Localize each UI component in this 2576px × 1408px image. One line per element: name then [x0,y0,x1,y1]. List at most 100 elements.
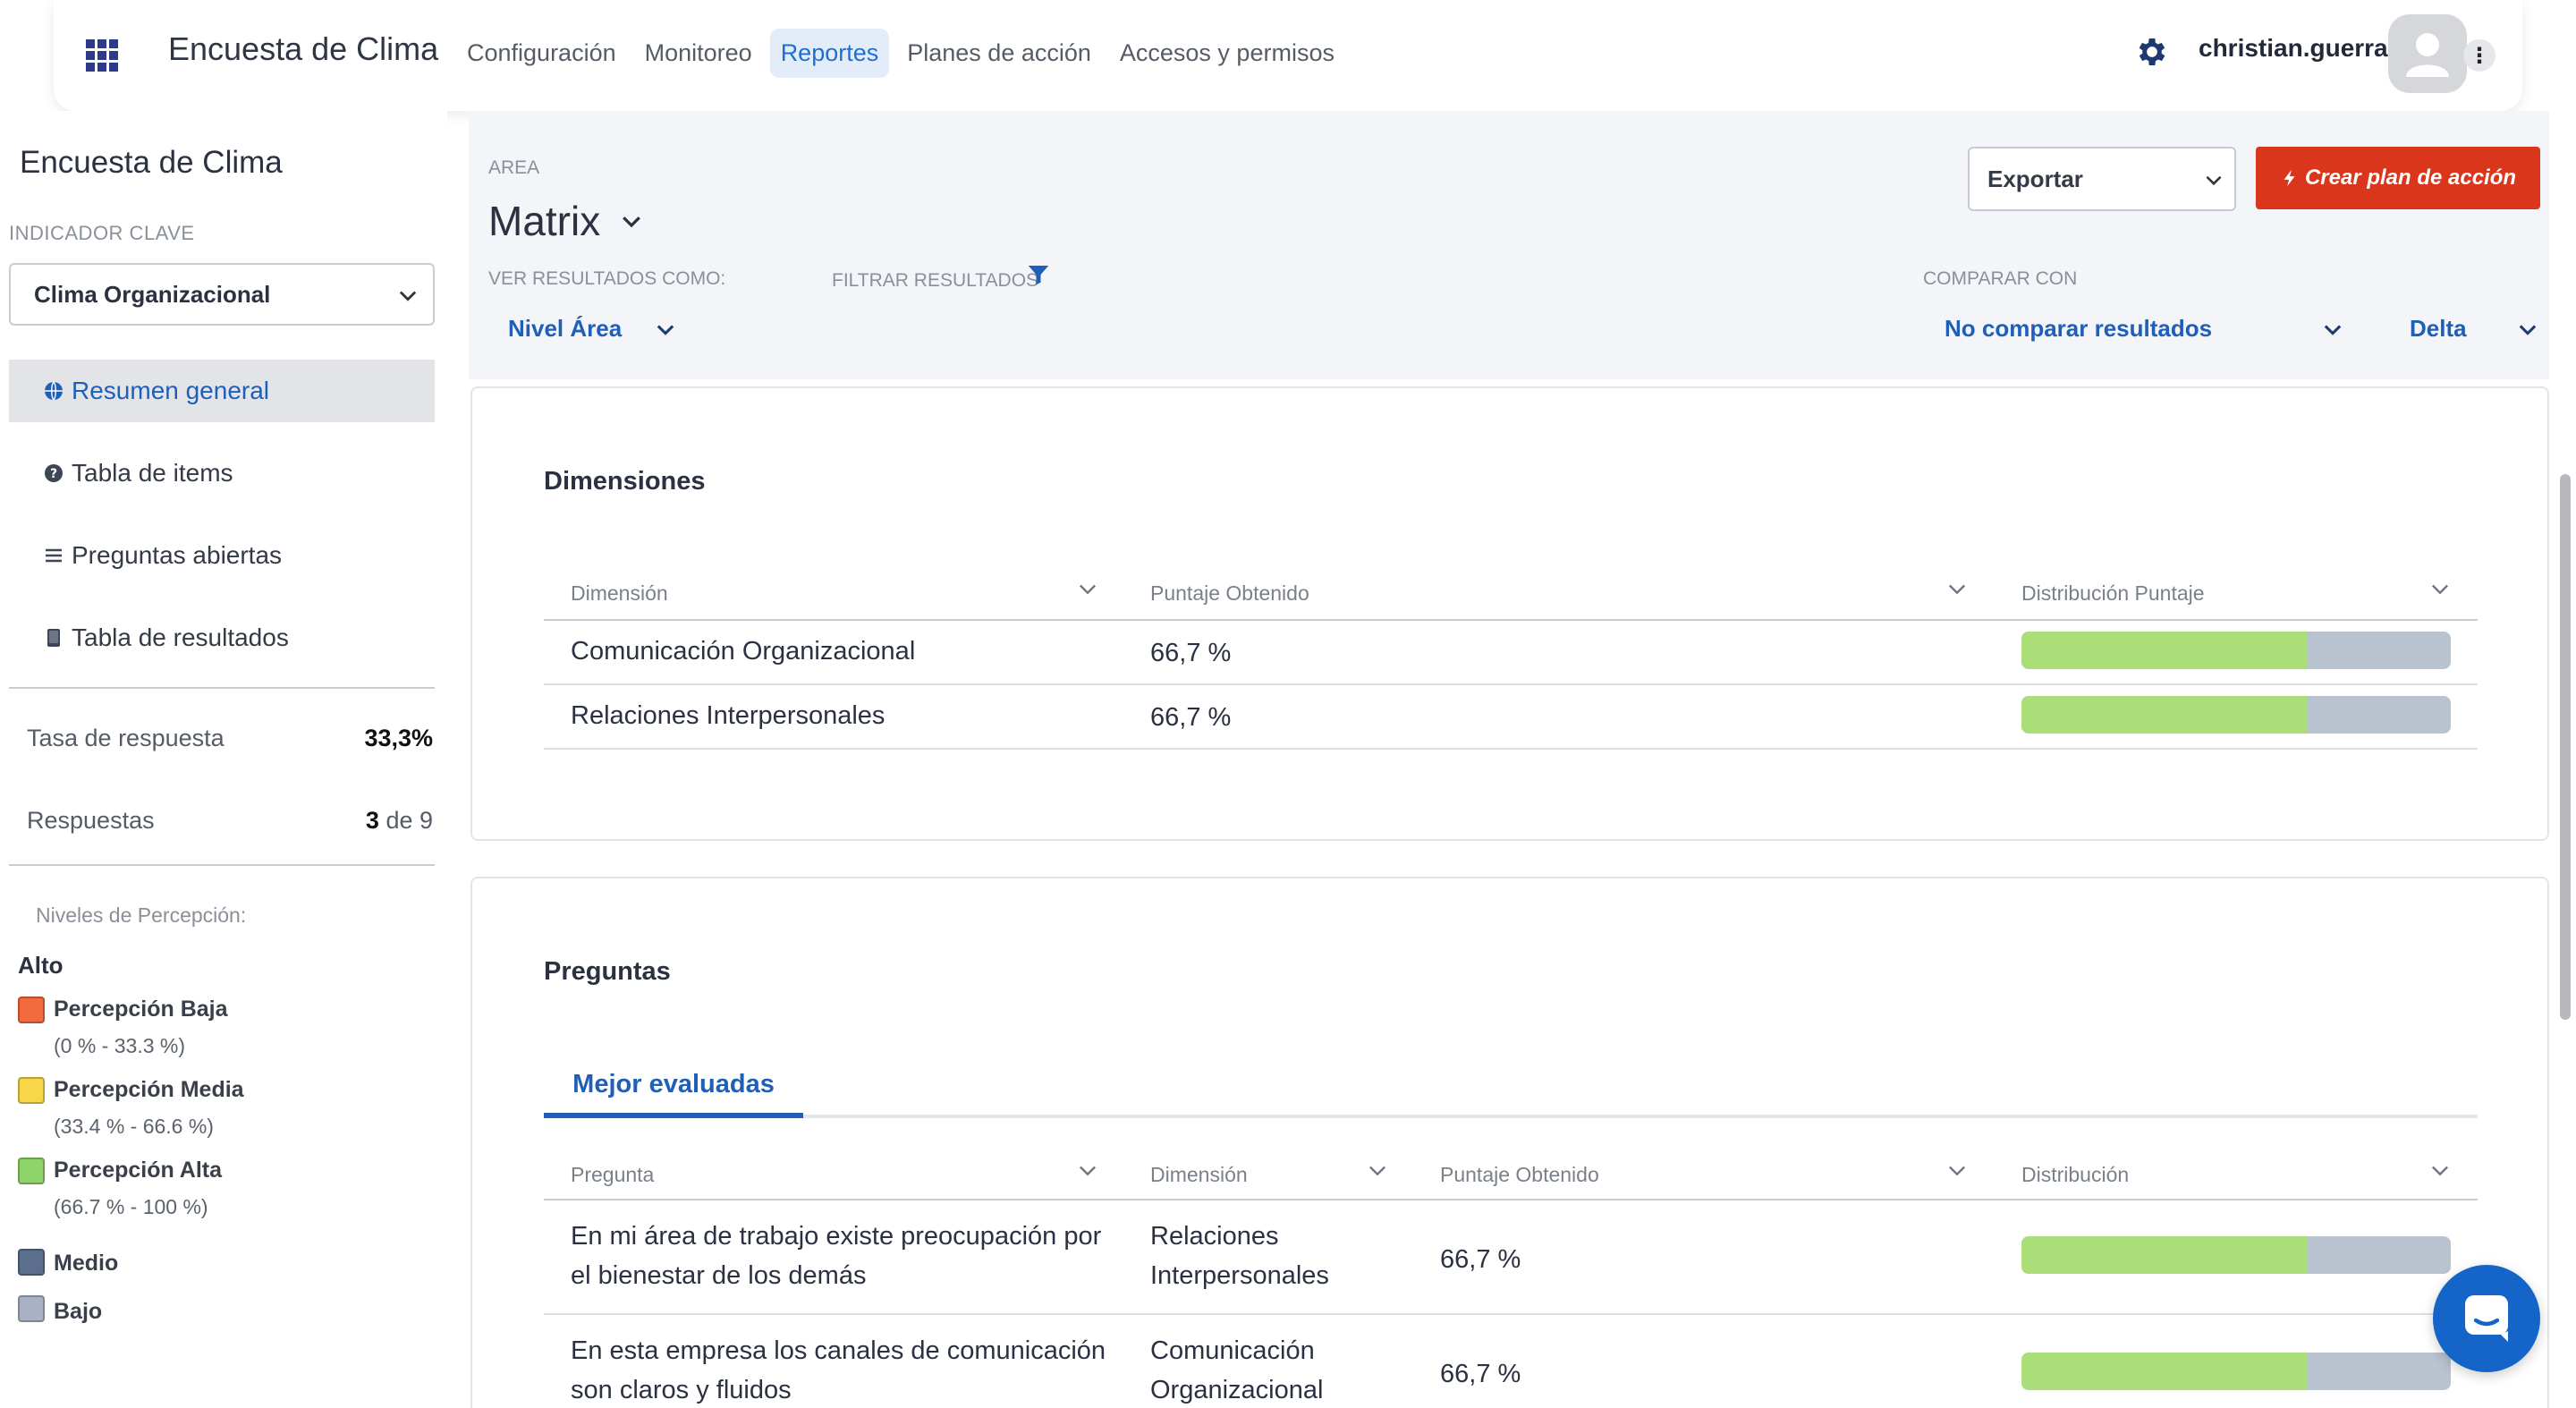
responses-value: 3 de 9 [365,807,433,834]
legend-name-bajo: Bajo [54,1299,103,1324]
legend-swatch-media [18,1077,45,1104]
view-as-label: VER RESULTADOS COMO: [488,268,726,289]
sidebar-item-tabla-de-items[interactable]: ? Tabla de items [9,442,435,505]
chevron-down-icon[interactable] [2428,576,2453,601]
tablet-icon [47,629,60,647]
dimension-name: Relaciones Interpersonales [571,701,886,730]
perception-levels-title: Niveles de Percepción: [36,903,247,927]
table-header-line [544,1199,2478,1200]
distribution-bar-high [2021,1236,2309,1274]
chat-support-button[interactable] [2433,1265,2540,1372]
sidebar-item-label: Tabla de items [72,459,233,487]
area-label: AREA [488,157,540,178]
chevron-down-icon [623,216,641,228]
more-vertical-icon[interactable]: ⋮ [2463,39,2496,72]
filter-results-label[interactable]: FILTRAR RESULTADOS [832,270,1038,292]
delta-select[interactable]: Delta [2410,315,2467,343]
chevron-down-icon[interactable] [1945,1158,1970,1183]
dimensions-title: Dimensiones [544,467,706,496]
legend-name-baja: Percepción Baja [54,997,228,1022]
chevron-down-icon[interactable] [2428,1158,2453,1183]
chevron-down-icon[interactable] [1075,1158,1100,1183]
question-circle-icon: ? [45,464,63,482]
chevron-down-icon[interactable] [653,317,678,342]
nav-planes-de-accion[interactable]: Planes de acción [896,29,1102,78]
view-as-value: Nivel Área [508,315,623,342]
dimension-score: 66,7 % [1150,703,1232,732]
filter-icon[interactable] [1025,261,1052,288]
legend-swatch-medio [18,1249,45,1276]
distribution-bar [2021,1236,2451,1274]
chevron-down-icon[interactable] [1075,576,1100,601]
row-divider [544,1313,2478,1315]
gear-icon[interactable] [2134,34,2170,70]
column-header-question[interactable]: Pregunta [571,1163,654,1187]
perception-levels-subtitle: Alto [18,952,64,979]
divider [9,864,435,866]
chevron-down-icon[interactable] [1365,1158,1390,1183]
legend-range-alta: (66.7 % - 100 %) [54,1195,208,1218]
compare-select[interactable]: No comparar resultados [1945,315,2212,343]
chevron-down-icon[interactable] [2320,317,2345,342]
column-header-dimension[interactable]: Dimensión [571,581,668,606]
sidebar-item-tabla-de-resultados[interactable]: Tabla de resultados [9,606,435,669]
globe-icon [45,381,63,401]
avatar[interactable] [2388,14,2467,93]
legend-name-media: Percepción Media [54,1077,244,1102]
apps-grid-icon[interactable] [86,39,118,72]
question-dimension: Comunicación Organizacional [1150,1336,1324,1404]
lightning-icon [2284,169,2295,187]
column-header-score[interactable]: Puntaje Obtenido [1440,1163,1599,1187]
dimension-name: Comunicación Organizacional [571,637,916,666]
export-label: Exportar [1987,165,2083,192]
question-text: En mi área de trabajo existe preocupació… [571,1222,1102,1290]
responses-label: Respuestas [27,807,155,834]
nav-monitoreo[interactable]: Monitoreo [634,29,763,78]
legend-range-media: (33.4 % - 66.6 %) [54,1115,214,1138]
sidebar-item-resumen-general[interactable]: Resumen general [9,360,435,422]
export-dropdown[interactable]: Exportar [1968,147,2236,211]
legend-name-alta: Percepción Alta [54,1158,223,1183]
view-as-select[interactable]: Nivel Área [508,315,622,343]
column-header-dimension[interactable]: Dimensión [1150,1163,1248,1187]
table-header-line [544,619,2478,621]
nav-reportes[interactable]: Reportes [769,29,890,78]
sidebar-title: Encuesta de Clima [20,145,283,180]
list-icon [46,548,62,563]
row-divider [544,748,2478,750]
user-silhouette-icon [2406,33,2449,77]
username[interactable]: christian.guerra [2199,34,2388,63]
distribution-bar-high [2021,632,2309,669]
chevron-down-icon[interactable] [1945,576,1970,601]
distribution-bar [2021,632,2451,669]
legend-swatch-baja [18,997,45,1023]
questions-title: Preguntas [544,957,671,986]
indicator-select[interactable]: Clima Organizacional [9,263,435,326]
sidebar-item-label: Tabla de resultados [72,623,289,651]
create-action-plan-button[interactable]: Crear plan de acción [2256,147,2540,209]
area-value: Matrix [488,198,601,244]
column-header-distribution[interactable]: Distribución Puntaje [2021,581,2205,606]
page-scrollbar-thumb[interactable] [2560,474,2571,1020]
distribution-bar [2021,1353,2451,1390]
distribution-bar [2021,696,2451,734]
compare-value: No comparar resultados [1945,315,2213,342]
sidebar-item-label: Resumen general [72,377,270,404]
delta-value: Delta [2410,315,2467,342]
nav-configuracion[interactable]: Configuración [456,29,627,78]
tab-active-underline [544,1113,803,1118]
column-header-distribution[interactable]: Distribución [2021,1163,2129,1187]
top-navigation-bar: Encuesta de Clima Configuración Monitore… [54,0,2522,111]
indicator-select-value: Clima Organizacional [34,280,271,308]
legend-name-medio: Medio [54,1251,119,1276]
chevron-down-icon[interactable] [2515,317,2540,342]
tab-mejor-evaluadas[interactable]: Mejor evaluadas [544,1048,803,1120]
nav-accesos-y-permisos[interactable]: Accesos y permisos [1109,29,1345,78]
sidebar-item-preguntas-abiertas[interactable]: Preguntas abiertas [9,524,435,587]
legend-swatch-alta [18,1158,45,1184]
column-header-score[interactable]: Puntaje Obtenido [1150,581,1309,606]
question-dimension: Relaciones Interpersonales [1150,1222,1329,1290]
area-selector[interactable]: Matrix [488,197,645,245]
chat-icon [2465,1295,2508,1342]
report-filters-header: AREA Matrix VER RESULTADOS COMO: Nivel Á… [469,111,2549,379]
